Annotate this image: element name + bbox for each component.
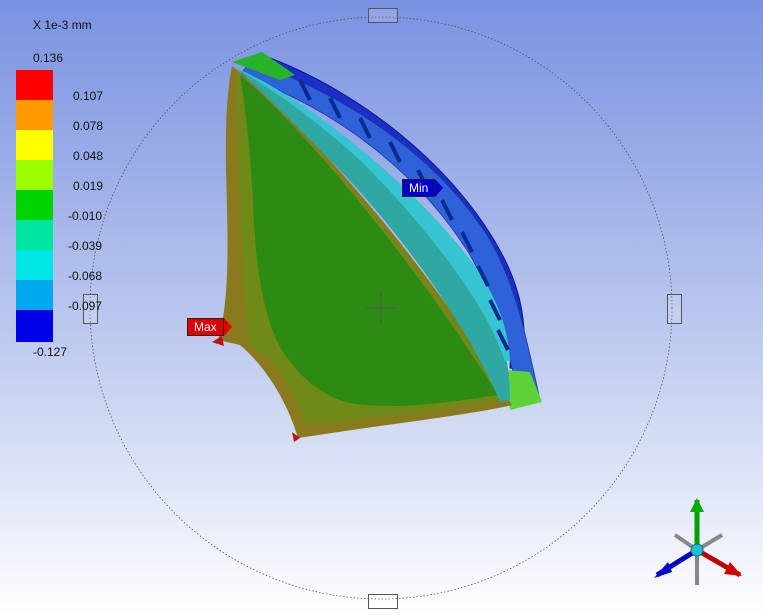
legend-tick: 0.019	[73, 179, 104, 193]
legend-band	[16, 190, 53, 220]
legend-min-value: -0.127	[33, 345, 68, 359]
max-probe-pointer	[223, 318, 232, 336]
legend-max-value: 0.136	[33, 51, 64, 65]
deformed-part-model	[212, 52, 542, 442]
legend-band	[16, 280, 53, 310]
min-probe-label: Min	[402, 179, 436, 197]
legend-band	[16, 130, 53, 160]
legend-band	[16, 70, 53, 100]
model-scene	[89, 16, 742, 600]
legend-band	[16, 100, 53, 130]
legend-units: X 1e-3 mm	[33, 18, 92, 32]
legend-band	[16, 310, 53, 342]
min-probe-pointer	[435, 179, 444, 197]
legend-tick: 0.078	[73, 119, 104, 133]
legend-tick: -0.068	[68, 269, 103, 283]
max-probe-label: Max	[187, 318, 224, 336]
legend-tick: -0.010	[68, 209, 103, 223]
legend-tick: 0.107	[73, 89, 104, 103]
coordinate-triad-icon[interactable]	[654, 498, 742, 585]
right-handle[interactable]	[667, 294, 682, 324]
bottom-handle[interactable]	[368, 594, 398, 609]
legend-band	[16, 220, 53, 250]
legend-color-bar	[16, 70, 53, 342]
min-probe[interactable]: Min	[402, 179, 444, 197]
legend-tick: 0.048	[73, 149, 104, 163]
legend-band	[16, 160, 53, 190]
legend-band	[16, 250, 53, 280]
graphics-viewport[interactable]: X 1e-3 mm 0.136 0.107 0.078 0.048 0.019 …	[0, 0, 763, 615]
legend-tick: -0.039	[68, 239, 103, 253]
top-handle[interactable]	[368, 8, 398, 23]
legend-tick: -0.097	[68, 299, 103, 313]
max-probe[interactable]: Max	[187, 318, 232, 336]
